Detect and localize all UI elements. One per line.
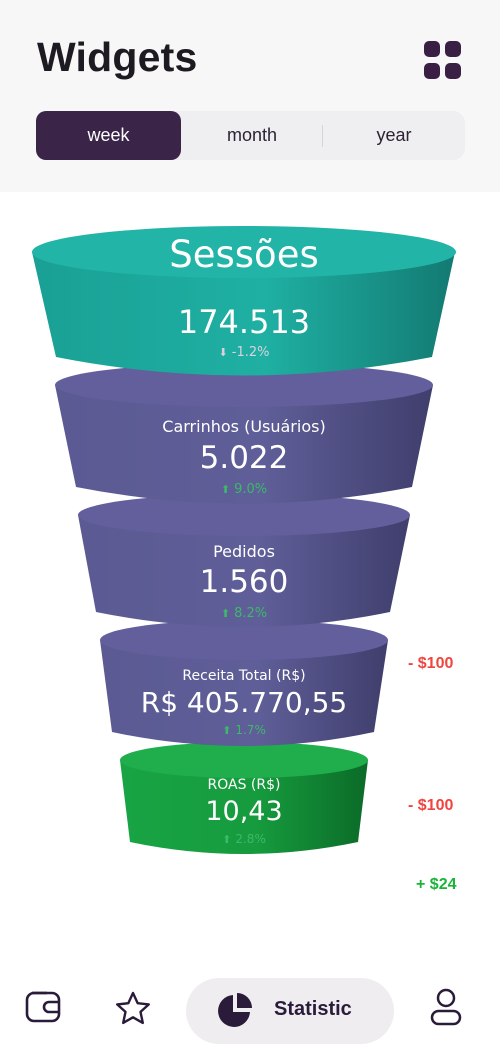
stage-pedidos: Pedidos 1.560 ⬆ 8.2% (44, 541, 444, 631)
tab-week[interactable]: week (36, 111, 181, 160)
stage-value: 1.560 (199, 564, 289, 600)
stage-change: ⬆ 2.8% (44, 832, 444, 846)
grid-icon[interactable] (424, 41, 462, 79)
delta-value: + $24 (416, 876, 457, 893)
arrow-up-icon: ⬆ (220, 483, 231, 496)
stage-label: Receita Total (R$) (182, 668, 306, 684)
stage-label: Sessões (169, 233, 319, 276)
stage-carrinhos: Carrinhos (Usuários) 5.022 ⬆ 9.0% (44, 415, 444, 505)
wallet-icon[interactable] (25, 990, 61, 1028)
page-title: Widgets (37, 34, 198, 80)
delta-value: - $100 (408, 797, 454, 814)
stage-change: ⬆ 1.7% (44, 723, 444, 737)
arrow-down-icon: ⬇ (218, 346, 228, 359)
stage-roas: ROAS (R$) 10,43 ⬆ 2.8% (44, 776, 444, 856)
stage-value: 5.022 (199, 440, 289, 476)
stage-value: R$ 405.770,55 (140, 686, 348, 719)
stage-change: ⬆ 9.0% (44, 482, 444, 497)
stage-label: Pedidos (213, 542, 275, 561)
star-icon[interactable] (114, 990, 152, 1030)
stage-label: ROAS (R$) (207, 777, 281, 793)
stage-label: Carrinhos (Usuários) (162, 417, 326, 436)
stage-change: ⬇ -1.2% (44, 345, 444, 360)
change-value: 8.2% (234, 606, 268, 621)
arrow-up-icon: ⬆ (220, 607, 231, 620)
arrow-up-icon: ⬆ (222, 724, 232, 737)
change-value: -1.2% (231, 345, 270, 360)
tab-year[interactable]: year (323, 111, 465, 160)
period-selector: week month year (36, 111, 465, 160)
statistic-label: Statistic (274, 998, 352, 1020)
change-value: 1.7% (235, 723, 266, 737)
stage-receita: Receita Total (R$) R$ 405.770,55 ⬆ 1.7% (44, 667, 444, 747)
user-icon[interactable] (430, 988, 462, 1030)
stage-value: 10,43 (205, 796, 283, 827)
pie-chart-icon (216, 991, 254, 1033)
stage-change: ⬆ 8.2% (44, 606, 444, 621)
delta-value: - $100 (408, 655, 454, 672)
header: Widgets week month year (0, 0, 500, 192)
arrow-up-icon: ⬆ (222, 833, 232, 846)
stage-sessoes: Sessões 174.513 ⬇ -1.2% (44, 228, 444, 368)
change-value: 9.0% (234, 482, 268, 497)
tab-month[interactable]: month (181, 111, 323, 160)
stage-value: 174.513 (177, 303, 311, 341)
change-value: 2.8% (235, 832, 266, 846)
